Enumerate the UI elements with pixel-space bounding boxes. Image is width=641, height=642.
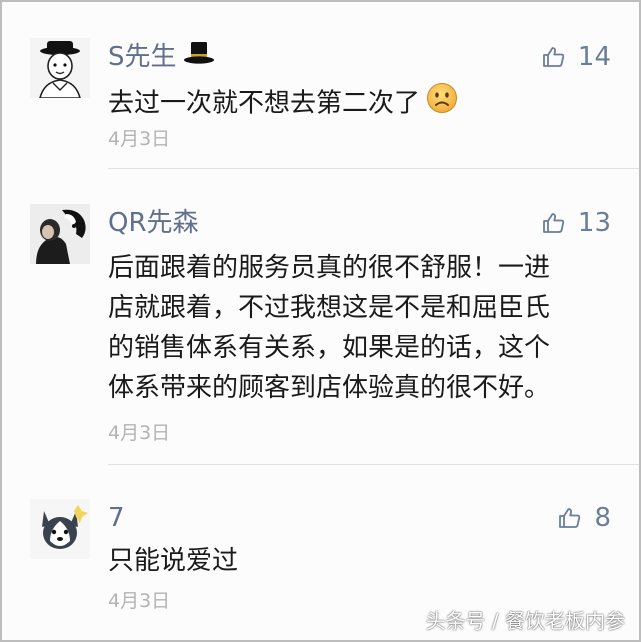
thumbs-up-icon xyxy=(543,47,565,67)
comment-line: 店就跟着，不过我想这是不是和屈臣氏 xyxy=(108,293,551,323)
watermark: 头条号 / 餐饮老板内参 xyxy=(425,609,625,633)
thumbs-up-icon xyxy=(559,508,581,528)
like-count: 13 xyxy=(577,208,611,238)
username[interactable]: 7 xyxy=(108,501,125,535)
divider xyxy=(108,168,639,169)
username[interactable]: S先生 xyxy=(108,40,215,75)
comment-line: 只能说爱过 xyxy=(108,546,239,576)
like-button[interactable]: 13 xyxy=(542,206,611,240)
comment-line: 后面跟着的服务员真的很不舒服！一进 xyxy=(108,253,551,283)
like-count: 14 xyxy=(577,42,611,72)
like-count: 8 xyxy=(594,503,611,533)
comment-line: 去过一次就不想去第二次了 xyxy=(108,88,421,119)
comment-text: 后面跟着的服务员真的很不舒服！一进 店就跟着，不过我想这是不是和屈臣氏 的销售体… xyxy=(108,248,550,408)
like-button[interactable]: 14 xyxy=(542,40,611,74)
comment-line: 体系带来的顾客到店体验真的很不好。 xyxy=(108,373,551,403)
divider xyxy=(108,464,639,465)
comment-text: 只能说爱过 xyxy=(108,541,238,581)
username-text[interactable]: S先生 xyxy=(108,42,177,72)
comment-list: S先生 14 去过一次就不想去第二次了 4月3日 QR先森 13 后面跟着的服务… xyxy=(0,0,641,642)
avatar[interactable] xyxy=(30,38,90,98)
comment-date: 4月3日 xyxy=(108,128,171,150)
frowning-face-icon xyxy=(426,82,458,126)
thumbs-up-icon xyxy=(543,213,565,233)
comment-date: 4月3日 xyxy=(108,590,171,612)
avatar[interactable] xyxy=(30,499,90,559)
comment-text: 去过一次就不想去第二次了 xyxy=(108,82,458,126)
like-button[interactable]: 8 xyxy=(558,501,611,535)
comment-date: 4月3日 xyxy=(108,422,171,444)
top-hat-icon xyxy=(183,40,215,75)
username[interactable]: QR先森 xyxy=(108,206,199,240)
avatar[interactable] xyxy=(30,204,90,264)
comment-line: 的销售体系有关系，如果是的话，这个 xyxy=(108,333,551,363)
